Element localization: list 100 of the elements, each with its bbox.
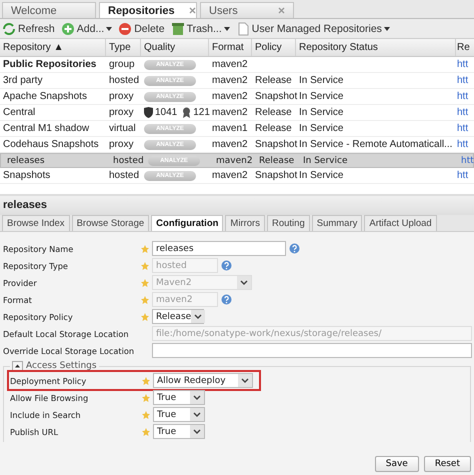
delete-icon <box>118 22 132 36</box>
refresh-icon <box>2 22 16 36</box>
field-label: Allow File Browsing <box>10 392 90 402</box>
table-cell-text: proxy <box>108 138 134 152</box>
table-cell-text: maven2 <box>211 138 249 152</box>
table-cell-text: htt <box>456 106 470 120</box>
table-cell-text: maven2 <box>211 58 249 72</box>
table-cell-text: In Service <box>298 122 344 136</box>
add-icon <box>60 22 75 36</box>
field-label: Repository Policy <box>3 312 74 322</box>
field-label: Format <box>3 294 33 304</box>
table-cell-text: maven2 <box>211 169 249 183</box>
table-cell-text: Apache Snapshots <box>2 90 88 104</box>
table-cell-text: maven2 <box>215 154 254 167</box>
tab[interactable]: Welcome <box>2 2 96 18</box>
dropdown[interactable]: True <box>153 390 205 405</box>
table-cell-text: Snapshot <box>254 90 296 104</box>
field-label: Repository Name <box>3 244 74 254</box>
table-cell-text: In Service <box>302 154 348 167</box>
table-cell-text: hosted <box>112 154 145 167</box>
dropdown[interactable]: Allow Redeploy <box>153 373 253 388</box>
table-cell-text: htt <box>456 58 470 72</box>
dropdown[interactable]: True <box>153 424 205 439</box>
caret-icon <box>190 425 204 438</box>
table-cell-text: Release <box>254 74 293 88</box>
table-cell-text: Snapshots <box>2 169 52 183</box>
table-cell-text: Central <box>2 106 36 120</box>
column-header[interactable]: Format <box>209 39 252 56</box>
field-label: Deployment Policy <box>10 376 88 386</box>
table-cell-text: proxy <box>108 90 134 104</box>
table-cell-text: htt <box>456 138 470 152</box>
field-label: Override Local Storage Location <box>3 346 136 356</box>
tab[interactable]: Summary <box>312 215 362 231</box>
caret-icon <box>190 391 204 404</box>
table-cell-text: maven2 <box>211 74 249 88</box>
table-cell-text: proxy <box>108 106 134 120</box>
table-cell-text: group <box>108 58 136 72</box>
form-button[interactable]: Save <box>374 456 419 472</box>
table-cell-text: hosted <box>108 169 140 183</box>
tab[interactable]: Routing <box>266 215 310 231</box>
tab[interactable]: Mirrors <box>225 215 265 231</box>
table-cell-text: In Service <box>298 90 344 104</box>
toolbar-button[interactable]: Add... <box>60 22 114 36</box>
table-cell-text: Snapshot <box>254 169 296 183</box>
form-button[interactable]: Reset <box>424 456 471 472</box>
table-cell-text: htt <box>456 122 470 136</box>
license-count: 121 <box>193 107 210 118</box>
tab[interactable]: Configuration <box>151 215 224 231</box>
column-header[interactable]: Type <box>106 39 141 56</box>
caret-icon <box>237 276 251 289</box>
toolbar-button[interactable]: Delete <box>117 22 166 36</box>
table-cell-text: htt <box>456 74 470 88</box>
tab[interactable]: Repositories <box>99 2 197 18</box>
table-cell-text: Codehaus Snapshots <box>2 138 100 152</box>
toolbar-button[interactable]: User Managed Repositories <box>234 22 391 36</box>
field-label: Repository Type <box>3 260 69 270</box>
field-label: Include in Search <box>10 410 82 420</box>
toolbar-button[interactable]: Trash... <box>170 22 231 36</box>
table-cell-text: In Service <box>298 74 344 88</box>
dropdown[interactable]: True <box>153 407 205 422</box>
input-field[interactable]: releases <box>152 241 286 256</box>
input-field[interactable] <box>152 343 472 358</box>
table-cell-text: htt <box>456 169 470 183</box>
column-header[interactable]: Re <box>456 39 473 56</box>
table-cell-text: In Service <box>298 106 344 120</box>
table-cell-text: Snapshot <box>254 138 296 152</box>
table-cell-text: maven1 <box>211 122 249 136</box>
table-cell-text: Release <box>258 154 296 167</box>
collapse-icon[interactable] <box>12 361 23 371</box>
tab[interactable]: Browse Storage <box>72 215 150 231</box>
tab[interactable]: Artifact Upload <box>364 215 437 231</box>
trash-icon <box>170 22 185 36</box>
panel-title: releases <box>0 196 474 215</box>
field-label: Provider <box>3 278 38 288</box>
column-header[interactable]: Policy <box>252 39 296 56</box>
caret-icon <box>191 310 206 323</box>
column-header[interactable]: Repository ▲ <box>0 39 106 56</box>
toolbar-button[interactable]: Refresh <box>1 22 56 36</box>
section-title: Access Settings <box>26 361 97 371</box>
tab[interactable]: Browse Index <box>2 215 70 231</box>
table-cell-text: Release <box>254 122 293 136</box>
field-label: Default Local Storage Location <box>3 328 130 338</box>
column-header[interactable]: Repository Status <box>296 39 456 56</box>
table-cell-text: maven2 <box>211 90 249 104</box>
tab[interactable]: Users <box>200 2 294 18</box>
column-header[interactable]: Quality <box>141 39 209 56</box>
table-row[interactable]: Central proxy 1041 121 maven2 Release In Service htt <box>0 105 474 121</box>
shield-icon <box>144 107 153 118</box>
caret-icon <box>238 374 252 387</box>
table-cell-text: In Service - Remote Automaticall... <box>298 138 454 152</box>
table-cell-text: Public Repositories <box>2 58 98 72</box>
page-icon <box>236 22 250 36</box>
table-cell-text: hosted <box>108 74 140 88</box>
security-count: 1041 <box>155 107 178 118</box>
dropdown[interactable]: Release <box>152 309 204 324</box>
table-cell-text: maven2 <box>211 106 249 120</box>
table-cell-text: htt <box>460 154 474 167</box>
table-cell-text: releases <box>6 154 46 167</box>
caret-icon <box>190 408 204 421</box>
table-cell-text: virtual <box>108 122 137 136</box>
